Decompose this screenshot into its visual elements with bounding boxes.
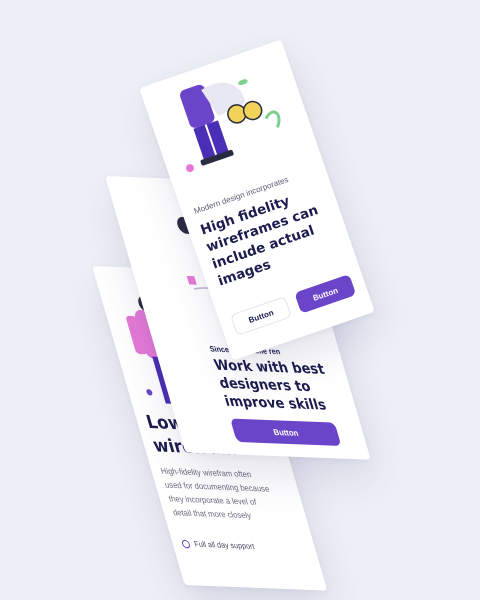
middle-heading: Work with best designers to improve skil… <box>212 356 329 414</box>
back-feature-label: Full all day support <box>192 539 256 552</box>
middle-primary-button[interactable]: Button <box>229 418 342 446</box>
check-circle-icon <box>180 539 191 548</box>
back-feature-row: Full all day support <box>180 539 256 552</box>
front-primary-button[interactable]: Button <box>294 274 357 314</box>
back-body-text: High-fidelity wirefram often used for do… <box>159 466 271 521</box>
front-outline-button[interactable]: Button <box>229 296 292 336</box>
